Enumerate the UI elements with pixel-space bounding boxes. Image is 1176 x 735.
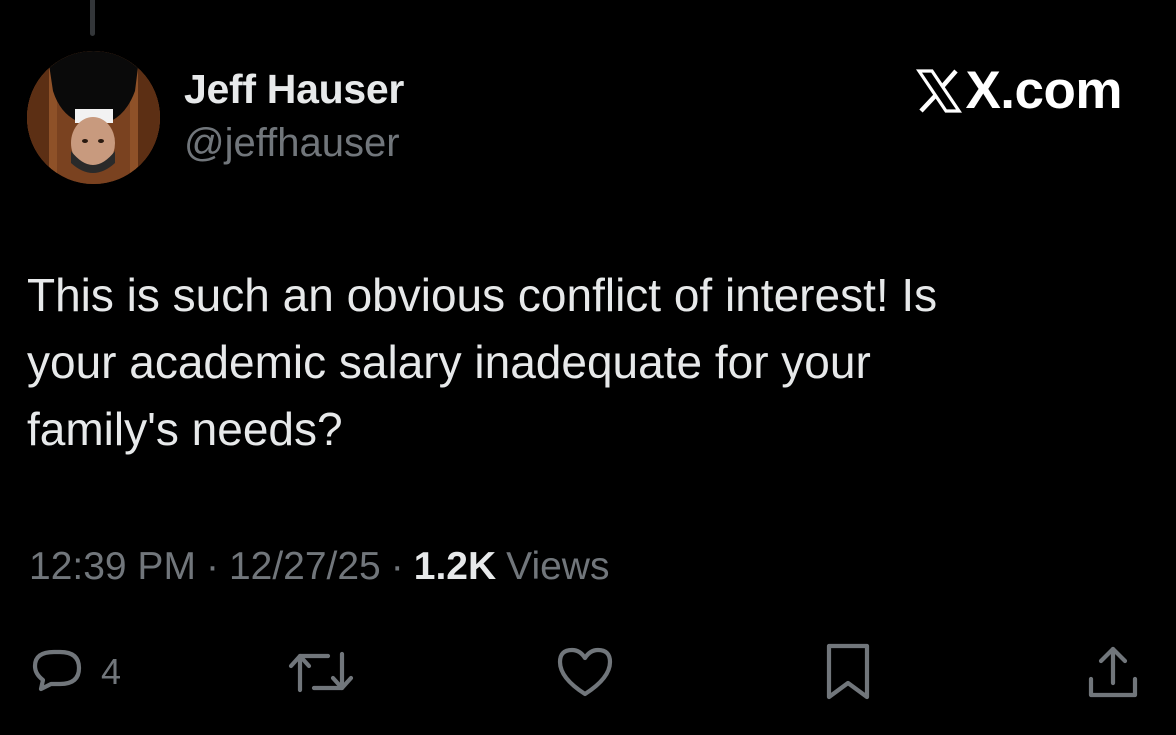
meta-separator: · bbox=[205, 545, 219, 588]
heart-icon bbox=[557, 647, 613, 697]
bookmark-button[interactable] bbox=[820, 640, 876, 704]
action-bar: 4 bbox=[0, 640, 1176, 704]
tweet-text: This is such an obvious conflict of inte… bbox=[27, 269, 938, 455]
views-label: Views bbox=[506, 545, 610, 588]
tweet-metadata: 12:39 PM · 12/27/25 · 1.2K Views bbox=[29, 545, 609, 589]
share-button[interactable] bbox=[1083, 640, 1143, 704]
x-logo-icon bbox=[916, 69, 963, 113]
reply-icon bbox=[32, 649, 82, 692]
author-display-name[interactable]: Jeff Hauser bbox=[184, 66, 404, 113]
repost-button[interactable] bbox=[286, 640, 356, 704]
like-button[interactable] bbox=[554, 640, 616, 704]
brand-text: X.com bbox=[965, 61, 1122, 120]
avatar[interactable] bbox=[27, 51, 160, 184]
bookmark-icon bbox=[826, 643, 870, 700]
tweet-time[interactable]: 12:39 PM bbox=[29, 545, 196, 589]
meta-separator: · bbox=[390, 545, 404, 588]
author-handle[interactable]: @jeffhauser bbox=[184, 121, 400, 166]
repost-icon bbox=[288, 651, 354, 693]
avatar-image bbox=[27, 51, 160, 184]
views-count: 1.2K bbox=[413, 545, 497, 588]
share-icon bbox=[1088, 646, 1138, 698]
tweet-date[interactable]: 12/27/25 bbox=[229, 545, 381, 589]
thread-connector-line bbox=[90, 0, 95, 36]
reply-count: 4 bbox=[101, 651, 122, 692]
reply-button[interactable]: 4 bbox=[27, 640, 121, 704]
brand-watermark: X.com bbox=[915, 64, 1122, 118]
